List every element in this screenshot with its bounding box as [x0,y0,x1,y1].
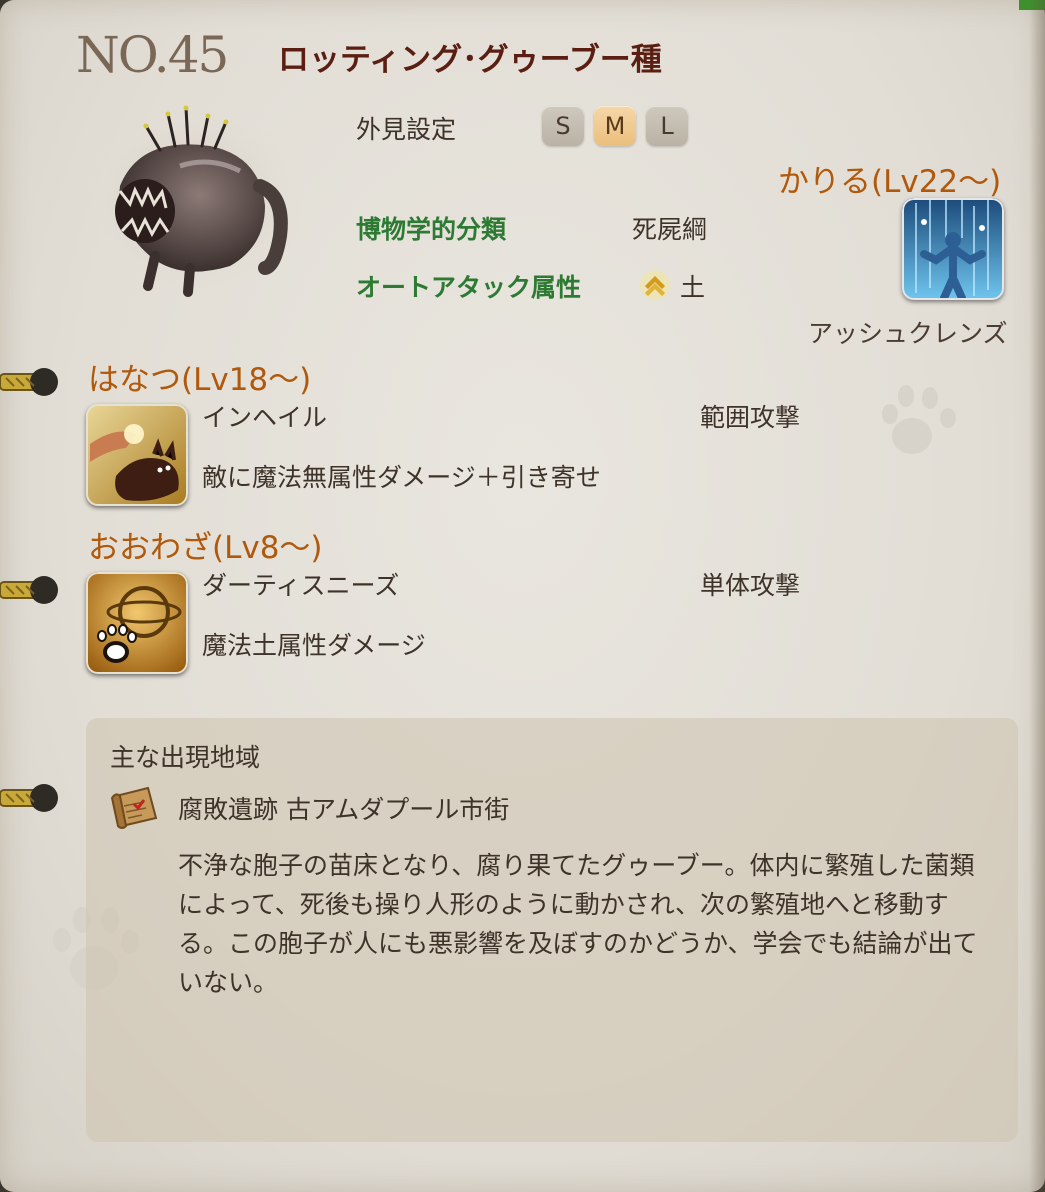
dirty-sneeze-icon[interactable] [86,572,188,674]
classification-value: 死屍綱 [632,215,708,244]
corner-marker [1019,0,1045,10]
binder-ring [0,368,58,396]
release-skill-name: インヘイル [202,403,328,432]
minion-portrait [80,101,310,301]
release-skill-description: 敵に魔法無属性ダメージ＋引き寄せ [202,463,601,492]
habitat-location[interactable]: 腐敗遺跡 古アムダプール市街 [178,790,509,826]
size-l-button[interactable]: L [646,106,688,146]
binder-ring [0,576,58,604]
habitat-title: 主な出現地域 [110,743,261,772]
size-selector: S M L [542,106,688,146]
size-m-button[interactable]: M [594,106,636,146]
release-heading: はなつ(Lv18～) [88,362,312,398]
paw-print-icon [882,385,956,454]
minion-guide-page: NO.45 ロッティング･グゥーブー種 外見設定 S M L 博物学的分類 死屍… [0,0,1045,1192]
ash-cleanse-icon[interactable] [902,198,1004,300]
inhale-icon[interactable] [86,404,188,506]
big-move-heading: おおわざ(Lv8～) [88,530,323,566]
minion-description: 不浄な胞子の苗床となり、腐り果てたグゥーブー。体内に繁殖した菌類によって、死後も… [178,851,978,997]
entry-number: NO.45 [76,26,229,84]
borrow-action-name: アッシュクレンズ [808,319,1008,348]
auto-attack-label: オートアタック属性 [356,273,582,302]
map-scroll-icon[interactable] [108,784,162,832]
auto-attack-value: 土 [680,273,706,302]
classification-label: 博物学的分類 [356,215,507,244]
big-move-skill-type: 単体攻撃 [700,571,801,600]
big-move-skill-description: 魔法土属性ダメージ [202,631,426,660]
big-move-skill-name: ダーティスニーズ [202,571,400,600]
borrow-heading: かりる(Lv22～) [778,164,1002,200]
appearance-label: 外見設定 [356,115,457,144]
minion-name: ロッティング･グゥーブー種 [278,42,662,78]
release-skill-type: 範囲攻撃 [700,403,801,432]
size-s-button[interactable]: S [542,106,584,146]
binder-ring [0,784,58,812]
earth-element-icon [640,270,670,300]
